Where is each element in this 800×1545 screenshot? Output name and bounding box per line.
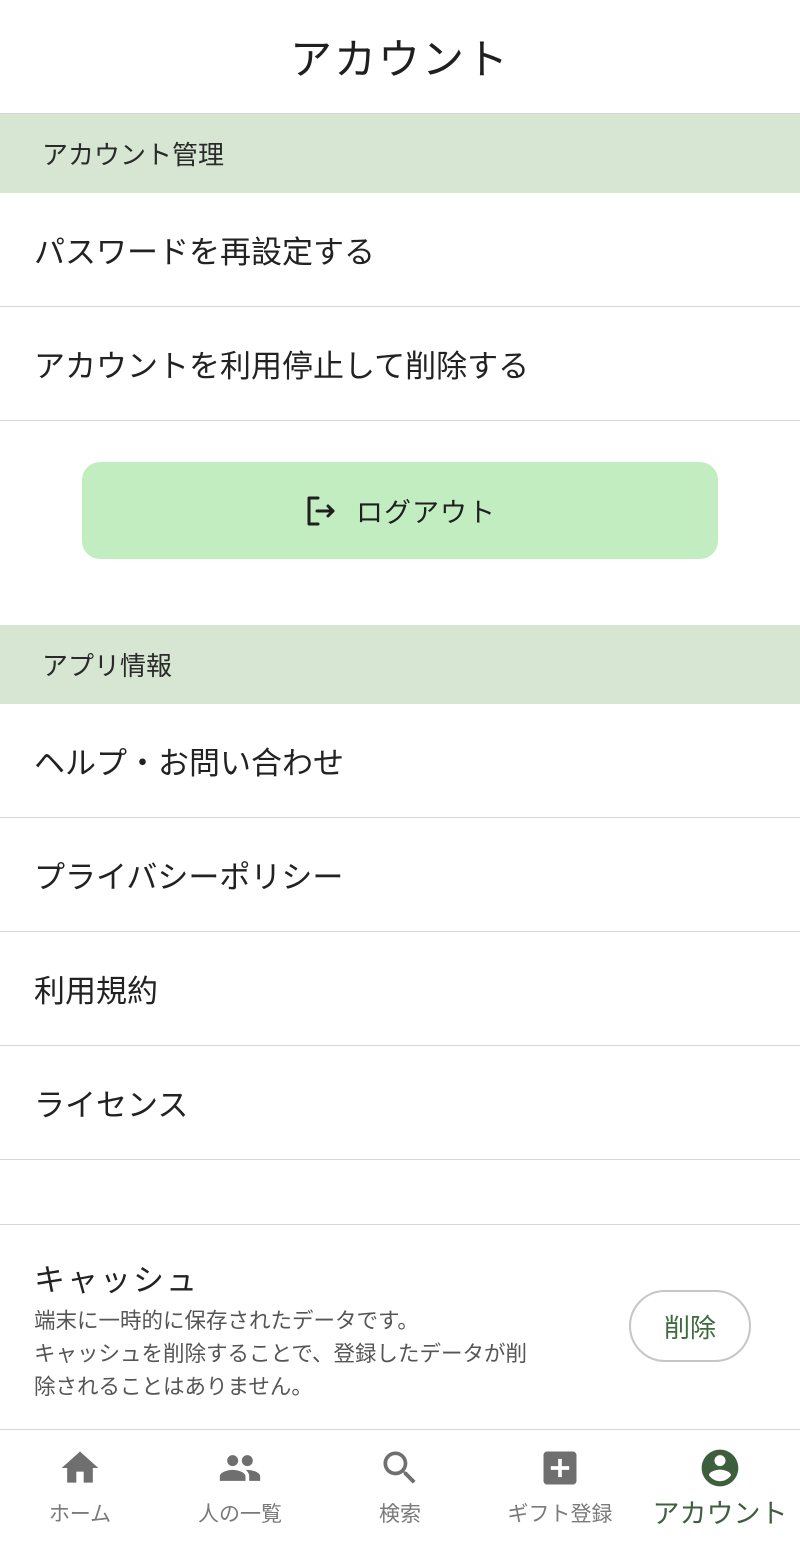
reset-password-item[interactable]: パスワードを再設定する <box>0 193 800 307</box>
list-item-label: 利用規約 <box>34 974 158 1010</box>
cache-description-line: キャッシュを削除することで、登録したデータが削 <box>34 1342 527 1367</box>
tab-account[interactable]: アカウント <box>640 1430 800 1545</box>
cache-description-line: 端末に一時的に保存されたデータです。 <box>34 1309 419 1334</box>
logout-button[interactable]: ログアウト <box>82 462 718 559</box>
help-contact-item[interactable]: ヘルプ・お問い合わせ <box>0 704 800 818</box>
list-item-label: ライセンス <box>34 1088 189 1124</box>
search-icon <box>378 1446 422 1490</box>
list-item-label: ヘルプ・お問い合わせ <box>34 746 344 782</box>
cache-description-line: 除されることはありません。 <box>34 1375 313 1400</box>
cache-section: キャッシュ 端末に一時的に保存されたデータです。 キャッシュを削除することで、登… <box>0 1225 800 1427</box>
section-title: アプリ情報 <box>42 652 173 682</box>
tab-label: ギフト登録 <box>507 1502 613 1526</box>
page-title: アカウント <box>289 35 510 84</box>
logout-icon <box>304 494 338 528</box>
logout-label: ログアウト <box>356 498 496 529</box>
home-icon <box>58 1446 102 1490</box>
terms-of-use-item[interactable]: 利用規約 <box>0 932 800 1046</box>
tab-label: アカウント <box>652 1499 788 1530</box>
tab-gift-register[interactable]: ギフト登録 <box>480 1430 640 1545</box>
tab-home[interactable]: ホーム <box>0 1430 160 1545</box>
tab-search[interactable]: 検索 <box>320 1430 480 1545</box>
app-header: アカウント <box>0 0 800 114</box>
section-header-app-info: アプリ情報 <box>0 625 800 704</box>
license-item[interactable]: ライセンス <box>0 1046 800 1160</box>
bottom-tab-bar: ホーム 人の一覧 検索 ギフト登録 アカウント <box>0 1429 800 1545</box>
cache-description: 端末に一時的に保存されたデータです。 キャッシュを削除することで、登録したデータ… <box>34 1305 594 1404</box>
tab-label: 人の一覧 <box>198 1502 282 1526</box>
tab-label: ホーム <box>48 1502 112 1526</box>
tab-label: 検索 <box>379 1502 421 1526</box>
list-item-label: プライバシーポリシー <box>34 860 344 896</box>
section-title: アカウント管理 <box>42 141 225 171</box>
account-circle-icon <box>698 1446 742 1490</box>
delete-account-item[interactable]: アカウントを利用停止して削除する <box>0 307 800 421</box>
cache-title: キャッシュ <box>34 1263 199 1299</box>
add-box-icon <box>538 1446 582 1490</box>
list-item-label: アカウントを利用停止して削除する <box>34 349 530 385</box>
tab-people-list[interactable]: 人の一覧 <box>160 1430 320 1545</box>
cache-delete-button[interactable]: 削除 <box>629 1290 751 1362</box>
list-item-label: パスワードを再設定する <box>34 235 375 271</box>
privacy-policy-item[interactable]: プライバシーポリシー <box>0 818 800 932</box>
section-header-account-management: アカウント管理 <box>0 114 800 193</box>
people-icon <box>218 1446 262 1490</box>
